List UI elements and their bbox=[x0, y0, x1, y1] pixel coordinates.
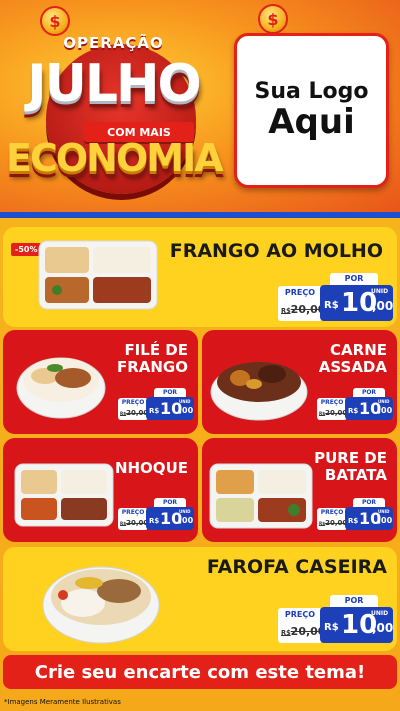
preco-label: PREÇO bbox=[121, 509, 145, 516]
price-cents: ,00 bbox=[179, 406, 194, 415]
product-card-carne-assada[interactable]: CARNE ASSADA POR PREÇO R$20,00 R$ 10 ,00… bbox=[202, 330, 397, 434]
product-name: PURE DE BATATA bbox=[307, 450, 387, 483]
disclaimer-note: *Imagens Meramente Ilustrativas bbox=[4, 698, 121, 706]
old-price-value: 20,00 bbox=[126, 409, 149, 417]
price-tag: POR PREÇO R$20,00 R$ 10 ,00 UNID bbox=[278, 273, 393, 321]
currency: R$ bbox=[149, 517, 160, 525]
old-price-value: 20,00 bbox=[126, 519, 149, 527]
product-name: FILÉ DE FRANGO bbox=[98, 342, 188, 375]
brand-logo-placeholder[interactable]: Sua Logo Aqui bbox=[234, 33, 389, 188]
preco-label: PREÇO bbox=[320, 509, 344, 516]
price-box: R$ 10 ,00 UNID bbox=[146, 397, 194, 420]
product-card-farofa-caseira[interactable]: FAROFA CASEIRA POR PREÇO R$20,00 R$ 10 ,… bbox=[3, 547, 397, 651]
old-price-currency: R$ bbox=[281, 629, 291, 637]
price-box: R$ 10 ,00 UNID bbox=[320, 607, 393, 643]
currency: R$ bbox=[324, 300, 339, 311]
campaign-logo: OPERAÇÃO JULHO COM MAIS ECONOMIA bbox=[6, 26, 224, 196]
header-banner: $ $ OPERAÇÃO JULHO COM MAIS ECONOMIA Sua… bbox=[0, 0, 400, 215]
product-name-line: FRANGO bbox=[116, 357, 188, 376]
brand-line-2: Aqui bbox=[268, 102, 355, 143]
food-bowl-image bbox=[16, 357, 106, 419]
price-tag: POR PREÇO R$20,00 R$ 10 ,00 UNID bbox=[278, 595, 393, 643]
product-name-line: FAROFA CASEIRA bbox=[206, 556, 387, 578]
product-name: FRANGO AO MOLHO bbox=[163, 241, 383, 262]
por-label: POR bbox=[330, 595, 378, 607]
logo-bottom-text: ECONOMIA bbox=[6, 136, 224, 180]
price-tag: POR PREÇO R$20,00 R$ 10 ,00 UNID bbox=[317, 388, 393, 420]
coin-icon: $ bbox=[258, 4, 288, 34]
food-tray-image bbox=[209, 463, 313, 529]
old-price-currency: R$ bbox=[281, 307, 291, 315]
old-price: R$20,00 bbox=[281, 625, 325, 638]
food-bowl-image bbox=[210, 362, 308, 421]
por-label: POR bbox=[353, 388, 385, 397]
product-card-frango-ao-molho[interactable]: -50% FRANGO AO MOLHO POR PREÇO R$20,00 R… bbox=[3, 227, 397, 327]
preco-label: PREÇO bbox=[121, 399, 145, 406]
preco-label: PREÇO bbox=[320, 399, 344, 406]
unit-label: UNID bbox=[371, 610, 389, 617]
product-name: FAROFA CASEIRA bbox=[167, 557, 387, 578]
unit-label: UNID bbox=[371, 288, 389, 295]
food-bowl-image bbox=[42, 566, 160, 644]
price-box: R$ 10 ,00 UNID bbox=[345, 507, 393, 530]
old-price: R$20,00 bbox=[319, 519, 347, 527]
price-cents: ,00 bbox=[372, 299, 394, 313]
coin-symbol: $ bbox=[267, 9, 279, 29]
product-name-line: ASSADA bbox=[318, 357, 387, 376]
price-box: R$ 10 ,00 UNID bbox=[146, 507, 194, 530]
currency: R$ bbox=[149, 407, 160, 415]
price-cents: ,00 bbox=[372, 621, 394, 635]
old-price: R$20,00 bbox=[281, 303, 325, 316]
product-name-line: BATATA bbox=[324, 465, 387, 484]
logo-top-text: OPERAÇÃO bbox=[63, 34, 164, 52]
old-price: R$20,00 bbox=[319, 409, 347, 417]
unit-label: UNID bbox=[378, 399, 390, 404]
unit-label: UNID bbox=[378, 509, 390, 514]
price-tag: POR PREÇO R$20,00 R$ 10 ,00 UNID bbox=[118, 498, 194, 530]
currency: R$ bbox=[324, 622, 339, 633]
product-name: CARNE ASSADA bbox=[307, 342, 387, 375]
brand-line-1: Sua Logo bbox=[254, 79, 369, 105]
old-price: R$20,00 bbox=[120, 519, 148, 527]
unit-label: UNID bbox=[179, 509, 191, 514]
old-price: R$20,00 bbox=[120, 409, 148, 417]
price-cents: ,00 bbox=[179, 516, 194, 525]
price-tag: POR PREÇO R$20,00 R$ 10 ,00 UNID bbox=[317, 498, 393, 530]
product-name-line: CARNE bbox=[330, 341, 387, 359]
food-tray-image bbox=[38, 240, 158, 310]
price-cents: ,00 bbox=[378, 406, 393, 415]
product-name: NHOQUE bbox=[98, 460, 188, 477]
currency: R$ bbox=[348, 517, 359, 525]
price-tag: POR PREÇO R$20,00 R$ 10 ,00 UNID bbox=[118, 388, 194, 420]
price-cents: ,00 bbox=[378, 516, 393, 525]
product-card-file-de-frango[interactable]: FILÉ DE FRANGO POR PREÇO R$20,00 R$ 10 ,… bbox=[3, 330, 198, 434]
unit-label: UNID bbox=[179, 399, 191, 404]
offers-area: -50% FRANGO AO MOLHO POR PREÇO R$20,00 R… bbox=[0, 218, 400, 711]
product-name-line: FRANGO AO MOLHO bbox=[169, 240, 383, 262]
price-box: R$ 10 ,00 UNID bbox=[345, 397, 393, 420]
create-flyer-button[interactable]: Crie seu encarte com este tema! bbox=[3, 655, 397, 689]
preco-label: PREÇO bbox=[284, 610, 316, 619]
product-name-line: PURE DE bbox=[314, 449, 387, 467]
price-box: R$ 10 ,00 UNID bbox=[320, 285, 393, 321]
por-label: POR bbox=[154, 498, 186, 507]
por-label: POR bbox=[154, 388, 186, 397]
product-card-pure-de-batata[interactable]: PURE DE BATATA POR PREÇO R$20,00 R$ 10 ,… bbox=[202, 438, 397, 542]
por-label: POR bbox=[353, 498, 385, 507]
product-card-nhoque[interactable]: NHOQUE POR PREÇO R$20,00 R$ 10 ,00 UNID bbox=[3, 438, 198, 542]
currency: R$ bbox=[348, 407, 359, 415]
old-price-value: 20,00 bbox=[325, 519, 348, 527]
product-name-line: NHOQUE bbox=[114, 459, 188, 477]
product-name-line: FILÉ DE bbox=[124, 341, 188, 359]
preco-label: PREÇO bbox=[284, 288, 316, 297]
por-label: POR bbox=[330, 273, 378, 285]
logo-main-text: JULHO bbox=[27, 54, 201, 114]
old-price-value: 20,00 bbox=[325, 409, 348, 417]
